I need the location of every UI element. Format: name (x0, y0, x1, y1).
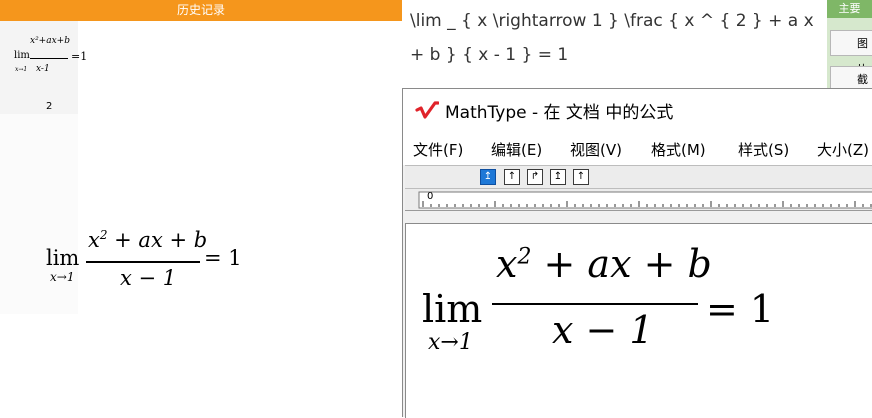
latex-source-text[interactable]: \lim _ { x \rightarrow 1 } \frac { x ^ {… (410, 4, 822, 72)
mt-fraction-bar (492, 303, 698, 305)
mt-num-rest: + ax + b (531, 242, 712, 286)
mathtype-titlebar[interactable]: MathType - 在 文档 中的公式 (403, 89, 872, 131)
history-thumbnail-formula[interactable]: lim x→1 x²+ax+b x-1 =1 (14, 36, 94, 84)
nudge-up-icon[interactable]: ↑ (504, 169, 520, 185)
hist-fraction-bar (86, 261, 200, 263)
nudge-toolbar: ↥ ↑ ↱ ↥ ↑ (405, 165, 872, 189)
mathtype-formula[interactable]: lim x→1 x2 + ax + b x − 1 = 1 (422, 242, 782, 372)
thumb-denominator: x-1 (36, 64, 50, 74)
mt-numerator: x2 + ax + b (496, 242, 712, 286)
hist-denominator: x − 1 (120, 266, 177, 290)
mt-num-exponent: 2 (517, 244, 532, 270)
right-side-panel: 主要 图片 截图 (827, 0, 872, 112)
hist-num-rest: + ax + b (107, 228, 208, 252)
nudge-up-right-icon[interactable]: ↱ (527, 169, 543, 185)
menu-file[interactable]: 文件(F) (413, 139, 463, 160)
ruler-ticks (418, 191, 872, 209)
hist-numerator: x2 + ax + b (88, 228, 207, 252)
mt-equals: = 1 (706, 287, 775, 331)
ruler[interactable]: 0 (405, 189, 872, 211)
mathtype-window: MathType - 在 文档 中的公式 文件(F) 编辑(E) 视图(V) 格… (402, 88, 872, 418)
history-panel: 历史记录 lim x→1 x²+ax+b x-1 =1 2 lim x→1 x2… (0, 0, 402, 417)
mt-num-x: x (496, 242, 518, 286)
thumb-equals: =1 (71, 50, 88, 63)
hist-num-x: x (88, 228, 100, 252)
thumb-lim: lim (14, 50, 30, 61)
mt-denominator: x − 1 (552, 308, 654, 352)
nudge-up-align-icon[interactable]: ↥ (550, 169, 566, 185)
menu-size[interactable]: 大小(Z) (817, 139, 869, 160)
ruler-zero-label: 0 (427, 191, 434, 202)
thumb-numerator: x²+ax+b (30, 36, 70, 46)
hist-lim-subscript: x→1 (50, 270, 75, 284)
mathtype-title: MathType - 在 文档 中的公式 (445, 103, 674, 123)
nudge-up-active-icon[interactable]: ↥ (480, 169, 496, 185)
menu-edit[interactable]: 编辑(E) (491, 139, 542, 160)
menu-style[interactable]: 样式(S) (738, 139, 789, 160)
mt-lim-subscript: x→1 (428, 330, 473, 355)
nudge-up-small-icon[interactable]: ↑ (573, 169, 589, 185)
image-button[interactable]: 图片 (830, 30, 872, 76)
history-formula[interactable]: lim x→1 x2 + ax + b x − 1 = 1 (46, 226, 246, 306)
latex-source-area[interactable]: \lim _ { x \rightarrow 1 } \frac { x ^ {… (402, 0, 827, 88)
history-index-label: 2 (46, 101, 53, 112)
hist-lim: lim (46, 246, 80, 270)
menu-format[interactable]: 格式(M) (651, 139, 706, 160)
thumb-fraction-bar (30, 58, 68, 59)
hist-equals: = 1 (204, 246, 242, 270)
equation-editor-canvas[interactable]: lim x→1 x2 + ax + b x − 1 = 1 (405, 223, 872, 418)
mathtype-menubar: 文件(F) 编辑(E) 视图(V) 格式(M) 样式(S) 大小(Z) (403, 131, 872, 165)
mt-lim: lim (422, 287, 483, 331)
menu-view[interactable]: 视图(V) (570, 139, 622, 160)
thumb-lim-subscript: x→1 (15, 66, 28, 73)
main-tab[interactable]: 主要 (827, 0, 872, 18)
history-header: 历史记录 (0, 0, 402, 21)
mathtype-logo-icon (415, 101, 439, 119)
